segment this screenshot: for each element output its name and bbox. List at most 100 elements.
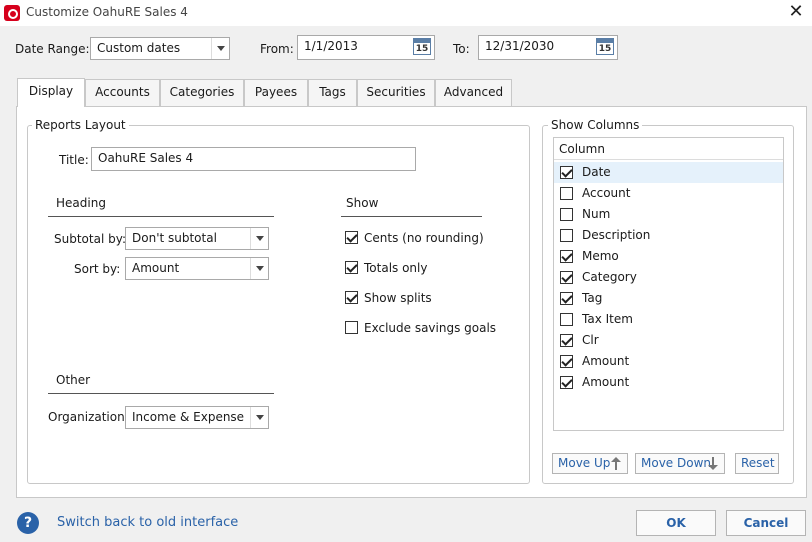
sort-select[interactable]: Amount [125, 257, 269, 280]
exclude-savings-checkbox[interactable] [345, 321, 358, 334]
column-checkbox[interactable] [560, 271, 573, 284]
show-columns-label: Show Columns [548, 118, 643, 132]
subtotal-select[interactable]: Don't subtotal [125, 227, 269, 250]
chevron-down-icon [211, 38, 229, 59]
show-splits-checkbox[interactable] [345, 291, 358, 304]
calendar-icon[interactable]: 15 [412, 37, 432, 56]
column-label: Date [582, 165, 611, 179]
chevron-down-icon [250, 258, 268, 279]
chevron-down-icon [250, 407, 268, 428]
column-checkbox[interactable] [560, 376, 573, 389]
sort-label: Sort by: [74, 262, 121, 276]
sort-value: Amount [132, 261, 180, 275]
title-bar: Customize OahuRE Sales 4 ✕ [0, 0, 812, 26]
tab-advanced[interactable]: Advanced [435, 79, 512, 106]
column-row-amount-2[interactable]: Amount [554, 372, 783, 393]
column-row-num[interactable]: Num [554, 204, 783, 225]
column-label: Amount [582, 354, 630, 368]
column-label: Account [582, 186, 631, 200]
column-label: Memo [582, 249, 619, 263]
column-header: Column [554, 138, 783, 160]
organization-select[interactable]: Income & Expense [125, 406, 269, 429]
column-row-tax-item[interactable]: Tax Item [554, 309, 783, 330]
from-label: From: [260, 42, 294, 56]
columns-list[interactable]: Column Date Account Num Description Memo… [553, 137, 784, 431]
column-checkbox[interactable] [560, 292, 573, 305]
column-row-clr[interactable]: Clr [554, 330, 783, 351]
date-range-select[interactable]: Custom dates [90, 37, 230, 60]
totals-only-checkbox[interactable] [345, 261, 358, 274]
show-splits-label: Show splits [364, 291, 432, 305]
column-row-account[interactable]: Account [554, 183, 783, 204]
date-range-value: Custom dates [97, 41, 181, 55]
arrow-down-icon [707, 457, 719, 470]
tab-securities[interactable]: Securities [357, 79, 435, 106]
calendar-icon[interactable]: 15 [595, 37, 615, 56]
column-checkbox[interactable] [560, 229, 573, 242]
cents-label: Cents (no rounding) [364, 231, 484, 245]
move-up-label: Move Up [558, 456, 611, 470]
switch-interface-link[interactable]: Switch back to old interface [57, 515, 238, 530]
organization-value: Income & Expense [132, 410, 245, 424]
column-checkbox[interactable] [560, 355, 573, 368]
column-row-memo[interactable]: Memo [554, 246, 783, 267]
heading-section-label: Heading [56, 196, 106, 210]
to-date-value: 12/31/2030 [485, 39, 555, 53]
to-date-field[interactable]: 12/31/2030 15 [478, 35, 618, 60]
column-checkbox[interactable] [560, 208, 573, 221]
totals-only-label: Totals only [364, 261, 428, 275]
column-checkbox[interactable] [560, 334, 573, 347]
help-icon[interactable]: ? [17, 512, 39, 534]
show-divider [341, 216, 482, 217]
column-label: Category [582, 270, 637, 284]
tab-categories[interactable]: Categories [160, 79, 244, 106]
move-up-button[interactable]: Move Up [552, 453, 628, 474]
column-label: Description [582, 228, 651, 242]
chevron-down-icon [250, 228, 268, 249]
column-label: Amount [582, 375, 630, 389]
tab-accounts[interactable]: Accounts [85, 79, 160, 106]
cancel-button[interactable]: Cancel [726, 510, 806, 536]
date-range-label: Date Range: [15, 42, 90, 56]
app-logo-icon [4, 5, 20, 21]
exclude-savings-label: Exclude savings goals [364, 321, 497, 335]
other-section-label: Other [56, 373, 91, 387]
to-label: To: [453, 42, 470, 56]
heading-divider [48, 216, 274, 217]
title-label: Title: [59, 153, 89, 167]
column-label: Tag [582, 291, 603, 305]
column-row-amount[interactable]: Amount [554, 351, 783, 372]
column-checkbox[interactable] [560, 250, 573, 263]
column-row-tag[interactable]: Tag [554, 288, 783, 309]
column-row-date[interactable]: Date [554, 162, 783, 183]
tab-payees[interactable]: Payees [244, 79, 308, 106]
reports-layout-group [27, 125, 530, 484]
reports-layout-label: Reports Layout [32, 118, 129, 132]
ok-button[interactable]: OK [636, 510, 716, 536]
column-label: Num [582, 207, 611, 221]
other-divider [48, 393, 274, 394]
report-title-input[interactable]: OahuRE Sales 4 [91, 147, 416, 171]
close-icon[interactable]: ✕ [780, 0, 812, 26]
column-label: Clr [582, 333, 599, 347]
column-label: Tax Item [582, 312, 633, 326]
column-row-category[interactable]: Category [554, 267, 783, 288]
reset-button[interactable]: Reset [735, 453, 779, 474]
arrow-up-icon [610, 457, 622, 470]
cents-checkbox[interactable] [345, 231, 358, 244]
show-section-label: Show [346, 196, 379, 210]
column-checkbox[interactable] [560, 166, 573, 179]
move-down-button[interactable]: Move Down [635, 453, 725, 474]
tab-display[interactable]: Display [17, 78, 85, 107]
move-down-label: Move Down [641, 456, 711, 470]
tab-tags[interactable]: Tags [308, 79, 357, 106]
subtotal-value: Don't subtotal [132, 231, 217, 245]
subtotal-label: Subtotal by: [54, 232, 126, 246]
window-title: Customize OahuRE Sales 4 [26, 5, 188, 19]
from-date-field[interactable]: 1/1/2013 15 [297, 35, 435, 60]
organization-label: Organization: [48, 410, 129, 424]
column-row-description[interactable]: Description [554, 225, 783, 246]
column-checkbox[interactable] [560, 187, 573, 200]
column-checkbox[interactable] [560, 313, 573, 326]
from-date-value: 1/1/2013 [304, 39, 358, 53]
